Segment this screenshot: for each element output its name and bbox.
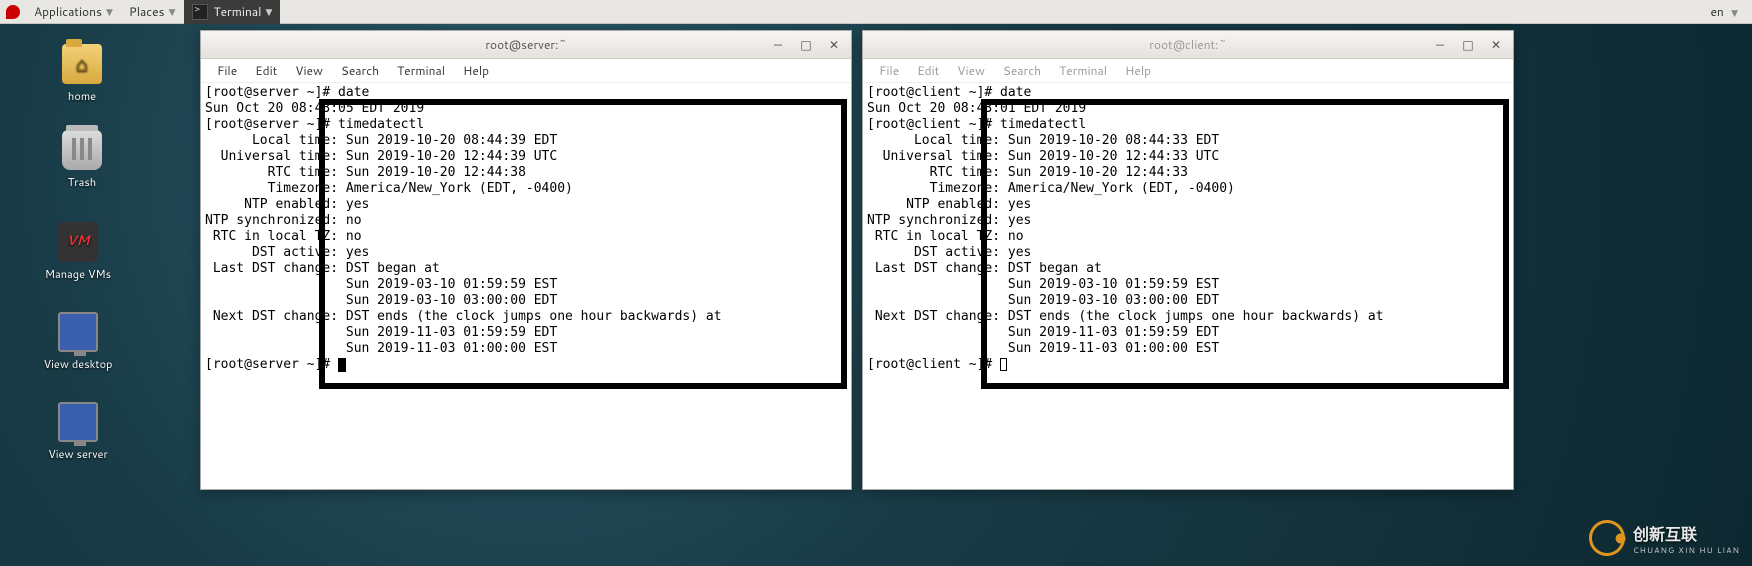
chevron-down-icon: ▼ xyxy=(106,5,113,18)
top-panel: Applications ▼ Places ▼ Terminal ▼ en ▼ xyxy=(0,0,1752,24)
panel-right: en ▼ xyxy=(1704,3,1752,20)
titlebar[interactable]: root@client:~ — □ ✕ xyxy=(863,31,1513,59)
icon-label: Manage VMs xyxy=(45,266,111,282)
icon-label: home xyxy=(68,88,96,104)
menubar: File Edit View Search Terminal Help xyxy=(201,59,851,83)
desktop-icon-manage-vms[interactable]: Manage VMs xyxy=(36,222,120,282)
watermark: 创新互联 CHUANG XIN HU LIAN xyxy=(1589,520,1740,556)
applications-menu[interactable]: Applications ▼ xyxy=(26,0,121,24)
applications-label: Applications xyxy=(34,3,102,20)
minimize-button[interactable]: — xyxy=(1433,38,1447,52)
menubar: File Edit View Search Terminal Help xyxy=(863,59,1513,83)
window-client-terminal[interactable]: root@client:~ — □ ✕ File Edit View Searc… xyxy=(862,30,1514,490)
menu-help[interactable]: Help xyxy=(1117,60,1159,81)
menu-terminal[interactable]: Terminal xyxy=(389,60,453,81)
menu-file[interactable]: File xyxy=(209,60,245,81)
terminal-taskbar-item[interactable]: Terminal ▼ xyxy=(184,0,281,24)
terminal-label: Terminal xyxy=(214,3,262,20)
window-title: root@server:~ xyxy=(201,36,851,53)
places-menu[interactable]: Places ▼ xyxy=(121,0,184,24)
menu-edit[interactable]: Edit xyxy=(247,60,285,81)
monitor-icon xyxy=(58,402,98,442)
language-indicator[interactable]: en ▼ xyxy=(1704,3,1744,20)
redhat-logo-icon xyxy=(6,5,20,19)
titlebar[interactable]: root@server:~ — □ ✕ xyxy=(201,31,851,59)
watermark-subtext: CHUANG XIN HU LIAN xyxy=(1633,544,1740,556)
window-title: root@client:~ xyxy=(863,36,1513,53)
window-buttons: — □ ✕ xyxy=(771,38,851,52)
window-server-terminal[interactable]: root@server:~ — □ ✕ File Edit View Searc… xyxy=(200,30,852,490)
minimize-button[interactable]: — xyxy=(771,38,785,52)
icon-label: Trash xyxy=(68,174,96,190)
window-buttons: — □ ✕ xyxy=(1433,38,1513,52)
chevron-down-icon: ▼ xyxy=(1731,6,1738,19)
desktop-icon-home[interactable]: home xyxy=(40,44,124,104)
desktop-icon-view-server[interactable]: View server xyxy=(36,402,120,462)
desktop-icon-trash[interactable]: Trash xyxy=(40,130,124,190)
watermark-text: 创新互联 xyxy=(1633,523,1697,546)
places-label: Places xyxy=(129,3,165,20)
cursor-icon xyxy=(1000,358,1007,371)
maximize-button[interactable]: □ xyxy=(799,38,813,52)
annotation-box xyxy=(319,99,847,389)
cursor-icon xyxy=(338,358,346,372)
monitor-icon xyxy=(58,312,98,352)
menu-edit[interactable]: Edit xyxy=(909,60,947,81)
close-button[interactable]: ✕ xyxy=(1489,38,1503,52)
annotation-box xyxy=(981,99,1509,389)
terminal-output[interactable]: [root@client ~]# date Sun Oct 20 08:43:0… xyxy=(863,83,1513,489)
desktop-icon-view-desktop[interactable]: View desktop xyxy=(36,312,120,372)
icon-label: View desktop xyxy=(44,356,113,372)
menu-view[interactable]: View xyxy=(949,60,993,81)
vm-icon xyxy=(58,222,98,262)
desktop: Applications ▼ Places ▼ Terminal ▼ en ▼ … xyxy=(0,0,1752,566)
panel-left: Applications ▼ Places ▼ Terminal ▼ xyxy=(0,0,280,24)
maximize-button[interactable]: □ xyxy=(1461,38,1475,52)
chevron-down-icon: ▼ xyxy=(169,5,176,18)
watermark-logo-icon xyxy=(1585,516,1629,560)
menu-search[interactable]: Search xyxy=(995,60,1049,81)
icon-label: View server xyxy=(48,446,108,462)
folder-home-icon xyxy=(62,44,102,84)
menu-view[interactable]: View xyxy=(287,60,331,81)
terminal-output[interactable]: [root@server ~]# date Sun Oct 20 08:43:0… xyxy=(201,83,851,489)
menu-search[interactable]: Search xyxy=(333,60,387,81)
menu-terminal[interactable]: Terminal xyxy=(1051,60,1115,81)
menu-file[interactable]: File xyxy=(871,60,907,81)
menu-help[interactable]: Help xyxy=(455,60,497,81)
close-button[interactable]: ✕ xyxy=(827,38,841,52)
trash-icon xyxy=(62,130,102,170)
language-label: en xyxy=(1710,3,1723,20)
terminal-icon xyxy=(192,4,208,20)
chevron-down-icon: ▼ xyxy=(265,5,272,18)
